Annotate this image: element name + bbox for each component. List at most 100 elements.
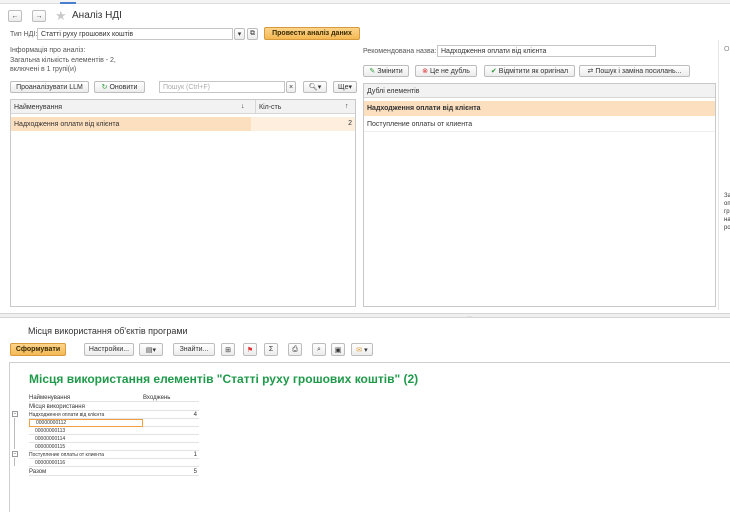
col-count-header[interactable]: Кіл-сть — [255, 100, 281, 114]
search-placeholder: Пошук (Ctrl+F) — [163, 83, 210, 91]
info-line2: Загальна кількість елементів - 2, — [10, 57, 116, 64]
sum-button[interactable]: Σ — [264, 343, 278, 356]
report-row-name[interactable]: 00000000115 — [29, 443, 143, 451]
side-panel-line: на — [724, 217, 730, 223]
side-panel-line: гр — [724, 209, 730, 215]
change-label: Змінити — [377, 67, 403, 75]
refresh-label: Оновити — [109, 83, 138, 91]
generate-button[interactable]: Сформувати — [10, 343, 66, 356]
more-label: Ще — [338, 83, 349, 91]
dropdown-button[interactable]: ▾ — [234, 28, 245, 40]
preview-button[interactable]: ⌕ — [312, 343, 326, 356]
collapse-toggle[interactable]: − — [12, 451, 18, 457]
recommended-name-input[interactable]: Надходження оплати від клієнта — [437, 45, 656, 57]
groups-table[interactable]: Найменування ↓ Кіл-сть ↑ Надходження опл… — [10, 99, 356, 307]
top-strip — [0, 0, 730, 4]
tree-line — [14, 458, 15, 466]
side-panel-header: О — [724, 46, 730, 53]
search-input[interactable]: Пошук (Ctrl+F) — [159, 81, 285, 93]
bottom-title: Місця використання об'єктів програми — [28, 326, 188, 336]
not-duplicate-button[interactable]: ⊗ Це не дубль — [415, 65, 477, 77]
variant-button[interactable]: ▤ ▾ — [139, 343, 163, 356]
type-label: Тип НДІ: — [10, 31, 38, 38]
report-row-value: 4 — [143, 411, 199, 419]
chevron-down-icon: ▾ — [348, 84, 352, 91]
report-row-value — [143, 435, 199, 443]
print-button[interactable]: ⎙ — [288, 343, 302, 356]
report-row-name[interactable]: 00000000116 — [29, 459, 143, 467]
report-row-name[interactable]: Надходження оплати від клієнта — [29, 411, 143, 419]
report-row-value — [143, 443, 199, 451]
mail-button[interactable]: ✉ ▾ — [351, 343, 373, 356]
sigma-icon: Σ — [268, 346, 274, 353]
side-panel-line: оп — [724, 201, 730, 207]
splitter[interactable]: ⋯ — [0, 313, 730, 320]
col-name-header[interactable]: Найменування — [11, 100, 62, 114]
expand-icon: ⊞ — [225, 346, 231, 354]
print-icon: ⎙ — [292, 345, 298, 353]
table-row[interactable]: Надходження оплати від клієнта — [11, 117, 251, 131]
side-panel-line: За — [724, 193, 730, 199]
refresh-icon: ↻ — [101, 84, 108, 91]
save-button[interactable]: ▣ — [331, 343, 345, 356]
settings-button[interactable]: Настройки... — [84, 343, 134, 356]
analyze-llm-button[interactable]: Проаналізувати LLM — [10, 81, 89, 93]
duplicates-table[interactable]: Дублі елементів Надходження оплати від к… — [363, 83, 716, 307]
total-label: Разом — [29, 468, 143, 476]
link-icon: ⧉ — [250, 30, 255, 37]
report-row-value: 1 — [143, 451, 199, 459]
report-area[interactable]: Місця використання елементів "Статті рух… — [9, 362, 730, 512]
info-line3: включені в 1 групі(и) — [10, 66, 77, 73]
table-row[interactable]: Поступление оплаты от клиента — [364, 117, 715, 132]
report-row-value — [143, 419, 199, 427]
report-row-name[interactable]: 00000000112 — [29, 419, 143, 427]
back-button[interactable]: ← — [8, 10, 22, 22]
type-value: Статті руху грошових коштів — [41, 30, 134, 38]
clear-search-button[interactable]: × — [286, 81, 296, 93]
search-button[interactable]: 🔍︎ ▾ — [303, 81, 327, 93]
expand-button[interactable]: ⊞ — [221, 343, 235, 356]
collapse-toggle[interactable]: − — [12, 411, 18, 417]
more-button[interactable]: Ще ▾ — [333, 81, 357, 93]
report-row-value — [143, 459, 199, 467]
chevron-down-icon: ▾ — [364, 346, 368, 354]
total-value: 5 — [143, 468, 199, 476]
report-row-name[interactable]: 00000000114 — [29, 435, 143, 443]
check-icon: ✔ — [490, 68, 497, 75]
open-button[interactable]: ⧉ — [247, 28, 258, 40]
floppy-icon: ▣ — [334, 346, 342, 354]
refresh-button[interactable]: ↻ Оновити — [94, 81, 145, 93]
col-entries-header: Входжень — [143, 394, 199, 402]
side-panel-text: За оп гр на ро — [724, 192, 730, 232]
tree-line — [14, 418, 15, 449]
change-button[interactable]: ✎ Змінити — [363, 65, 409, 77]
close-icon: × — [288, 83, 294, 91]
report-row-name[interactable]: Поступление оплаты от клиента — [29, 451, 143, 459]
search-icon: 🔍︎ — [308, 84, 318, 91]
info-line1: Інформація про аналіз: — [10, 47, 86, 54]
forward-button[interactable]: → — [32, 10, 46, 22]
find-button[interactable]: Знайти... — [173, 343, 215, 356]
pencil-icon: ✎ — [369, 68, 376, 75]
flag-icon: ⚑ — [246, 346, 254, 354]
grip-icon: ⋯ — [467, 314, 472, 320]
side-panel-edge: О За оп гр на ро — [718, 40, 730, 310]
search-replace-button[interactable]: ⇄ Пошук і заміна посилань... — [579, 65, 690, 77]
row-count-cell[interactable]: 2 — [251, 117, 355, 131]
duplicates-header: Дублі елементів — [364, 84, 715, 98]
star-icon[interactable]: ★ — [55, 8, 67, 24]
table-row[interactable]: Надходження оплати від клієнта — [364, 101, 715, 116]
subheader: Місця використання — [29, 403, 199, 411]
search-replace-label: Пошук і заміна посилань... — [595, 67, 682, 75]
run-analysis-button[interactable]: Провести аналіз даних — [264, 27, 360, 40]
sort-up-icon: ↑ — [345, 103, 349, 110]
mail-icon: ✉ — [356, 346, 363, 354]
report-title: Місця використання елементів "Статті рух… — [29, 372, 419, 386]
flag-button[interactable]: ⚑ — [243, 343, 257, 356]
report-row-name[interactable]: 00000000113 — [29, 427, 143, 435]
type-select[interactable]: Статті руху грошових коштів — [37, 28, 233, 40]
row-count: 2 — [348, 120, 352, 127]
side-panel-line: ро — [724, 225, 730, 231]
report-row-value — [143, 427, 199, 435]
mark-original-button[interactable]: ✔ Відмітити як оригінал — [484, 65, 575, 77]
